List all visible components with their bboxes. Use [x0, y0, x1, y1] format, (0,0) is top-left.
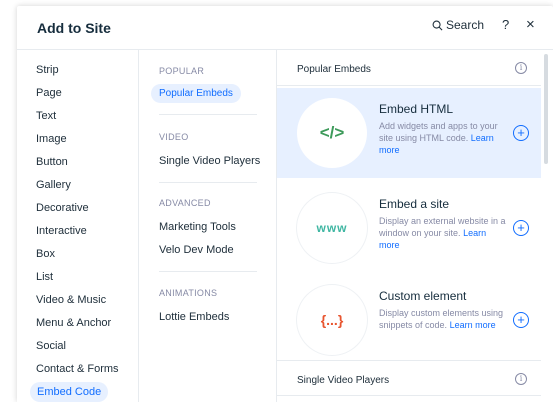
- section-heading-advanced: ADVANCED: [159, 198, 211, 208]
- add-to-site-panel: Add to Site Search ? × Strip Page Text I…: [17, 6, 553, 402]
- add-icon[interactable]: +: [513, 220, 529, 236]
- close-icon[interactable]: ×: [526, 16, 535, 33]
- category-item[interactable]: Page: [36, 87, 62, 99]
- category-item[interactable]: Social: [36, 340, 66, 352]
- card-title: Embed HTML: [379, 102, 454, 116]
- category-item[interactable]: Contact & Forms: [36, 363, 119, 375]
- subcategory-marketing-tools[interactable]: Marketing Tools: [159, 221, 236, 233]
- category-item[interactable]: Gallery: [36, 179, 71, 191]
- category-item[interactable]: Box: [36, 248, 55, 260]
- section-heading-animations: ANIMATIONS: [159, 288, 218, 298]
- curly-braces-icon: {...}: [297, 285, 367, 355]
- embed-html-card[interactable]: </> Embed HTML Add widgets and apps to y…: [277, 88, 541, 178]
- section-header-popular-embeds: Popular Embeds i: [277, 50, 541, 86]
- category-item[interactable]: Image: [36, 133, 67, 145]
- custom-element-card[interactable]: {...} Custom element Display custom elem…: [277, 275, 541, 365]
- subcategory-lottie-embeds[interactable]: Lottie Embeds: [159, 311, 229, 323]
- card-description-text: Display an external website in a window …: [379, 216, 506, 238]
- divider: [159, 271, 257, 272]
- add-icon[interactable]: +: [513, 125, 529, 141]
- search-button[interactable]: Search: [432, 18, 484, 32]
- add-icon[interactable]: +: [513, 312, 529, 328]
- search-icon: [432, 20, 443, 30]
- divider: [159, 182, 257, 183]
- section-title: Popular Embeds: [297, 64, 371, 75]
- category-item[interactable]: Text: [36, 110, 56, 122]
- category-item-embed-code[interactable]: Embed Code: [30, 382, 109, 402]
- card-description: Display custom elements using snippets o…: [379, 307, 507, 331]
- card-title: Embed a site: [379, 197, 450, 211]
- help-icon[interactable]: ?: [502, 17, 509, 32]
- code-icon: </>: [297, 98, 367, 168]
- card-title: Custom element: [379, 289, 467, 303]
- subcategory-popular-embeds[interactable]: Popular Embeds: [151, 84, 241, 103]
- panel-title: Add to Site: [37, 20, 111, 36]
- search-label: Search: [446, 18, 485, 32]
- content-panel: Popular Embeds i </> Embed HTML Add widg…: [277, 50, 553, 402]
- category-list: Strip Page Text Image Button Gallery Dec…: [17, 50, 139, 402]
- info-icon[interactable]: i: [515, 62, 527, 74]
- subcategory-list: POPULAR Popular Embeds VIDEO Single Vide…: [139, 50, 277, 402]
- subcategory-velo-dev-mode[interactable]: Velo Dev Mode: [159, 244, 234, 256]
- category-item[interactable]: Strip: [36, 64, 59, 76]
- info-icon[interactable]: i: [515, 373, 527, 385]
- embed-site-card[interactable]: www Embed a site Display an external web…: [277, 183, 541, 273]
- divider: [159, 114, 257, 115]
- category-item[interactable]: Interactive: [36, 225, 87, 237]
- panel-header: Add to Site Search ? ×: [17, 6, 553, 50]
- card-description: Display an external website in a window …: [379, 215, 507, 251]
- category-item[interactable]: Button: [36, 156, 68, 168]
- braces-glyph: {...}: [320, 312, 344, 328]
- code-glyph: </>: [319, 123, 345, 142]
- www-icon: www: [297, 193, 367, 263]
- category-item[interactable]: Menu & Anchor: [36, 317, 111, 329]
- card-description: Add widgets and apps to your site using …: [379, 120, 507, 156]
- scrollbar[interactable]: [544, 54, 548, 164]
- section-title: Single Video Players: [297, 375, 390, 386]
- www-glyph: www: [316, 221, 348, 235]
- category-item[interactable]: Decorative: [36, 202, 89, 214]
- learn-more-link[interactable]: Learn more: [450, 320, 496, 330]
- category-item[interactable]: Video & Music: [36, 294, 106, 306]
- subcategory-single-video-players[interactable]: Single Video Players: [159, 155, 260, 167]
- section-heading-popular: POPULAR: [159, 66, 205, 76]
- section-header-single-video-players: Single Video Players i: [277, 360, 541, 396]
- section-heading-video: VIDEO: [159, 132, 189, 142]
- category-item[interactable]: List: [36, 271, 53, 283]
